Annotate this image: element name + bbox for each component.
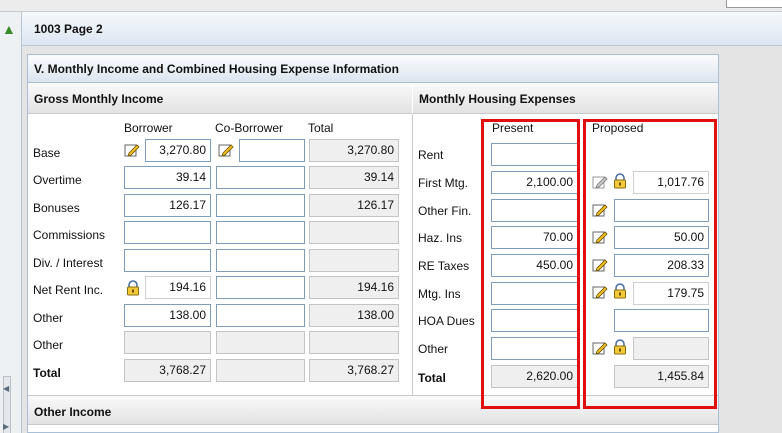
left-sidebar-strip: ▲ ◀ ▶ (0, 12, 22, 433)
borrower-other2-field (124, 331, 211, 354)
borrower-bonuses-input[interactable]: 126.17 (124, 194, 211, 217)
borrower-other-input[interactable]: 138.00 (124, 304, 211, 327)
page-title-bar: 1003 Page 2 (22, 12, 782, 46)
proposed-highlight-box (583, 119, 717, 409)
housing-expenses-header-label: Monthly Housing Expenses (419, 92, 576, 106)
income-row-label: Base (33, 146, 61, 160)
coborrower-other2-field (216, 331, 305, 354)
scroll-right-arrow-icon[interactable]: ▶ (3, 422, 9, 431)
total-other2-field (309, 331, 399, 354)
present-highlight-box (481, 119, 580, 409)
coborrower-other-input[interactable] (216, 304, 305, 327)
gross-income-header-label: Gross Monthly Income (34, 92, 164, 106)
borrower-commissions-input[interactable] (124, 221, 211, 244)
income-row-label: Bonuses (33, 201, 80, 215)
total-commissions-field (309, 221, 399, 244)
coborrower-netrent-input[interactable] (216, 276, 305, 299)
borrower-overtime-input[interactable]: 39.14 (124, 166, 211, 189)
total-dividend-field (309, 249, 399, 272)
form-content-area: V. Monthly Income and Combined Housing E… (22, 46, 782, 433)
expand-arrow-icon[interactable]: ▲ (2, 22, 16, 36)
income-row-label: Other (33, 338, 64, 352)
lock-icon[interactable] (125, 280, 141, 296)
total-netrent-field: 194.16 (309, 276, 399, 299)
top-toolbar-strip (0, 0, 782, 12)
col-borrower-label: Borrower (124, 121, 173, 135)
borrower-netrent-field: 194.16 (145, 276, 211, 299)
section-title: V. Monthly Income and Combined Housing E… (34, 62, 399, 76)
gross-income-header: Gross Monthly Income (28, 83, 412, 114)
housing-row-label: Other (418, 342, 449, 356)
housing-expenses-header: Monthly Housing Expenses (413, 83, 718, 114)
page-title: 1003 Page 2 (34, 22, 103, 36)
borrower-total-field: 3,768.27 (124, 359, 211, 382)
housing-row-label: Mtg. Ins (418, 287, 461, 301)
col-total-label: Total (308, 121, 334, 135)
total-other-field: 138.00 (309, 304, 399, 327)
coborrower-dividend-input[interactable] (216, 249, 305, 272)
coborrower-commissions-input[interactable] (216, 221, 305, 244)
coborrower-total-field (216, 359, 305, 382)
top-toolbar-input[interactable] (726, 0, 782, 8)
income-row-label: Other (33, 311, 64, 325)
housing-total-label: Total (418, 371, 446, 385)
housing-row-label: First Mtg. (418, 176, 468, 190)
scroll-left-arrow-icon[interactable]: ◀ (3, 384, 9, 393)
grand-total-field: 3,768.27 (309, 359, 399, 382)
total-overtime-field: 39.14 (309, 166, 399, 189)
income-row-label: Net Rent Inc. (33, 283, 104, 297)
coborrower-overtime-input[interactable] (216, 166, 305, 189)
housing-row-label: RE Taxes (418, 259, 470, 273)
coborrower-base-input[interactable] (239, 139, 305, 162)
edit-pencil-icon[interactable] (218, 142, 234, 158)
income-total-label: Total (33, 366, 61, 380)
income-row-label: Commissions (33, 228, 106, 242)
housing-row-label: Other Fin. (418, 204, 472, 218)
section-header: V. Monthly Income and Combined Housing E… (28, 55, 718, 83)
total-bonuses-field: 126.17 (309, 194, 399, 217)
column-divider (412, 114, 413, 395)
housing-row-label: Haz. Ins (418, 231, 463, 245)
col-coborrower-label: Co-Borrower (215, 121, 284, 135)
other-income-header-label: Other Income (34, 405, 112, 419)
coborrower-bonuses-input[interactable] (216, 194, 305, 217)
income-row-label: Div. / Interest (33, 256, 103, 270)
income-row-label: Overtime (33, 173, 82, 187)
housing-row-label: HOA Dues (418, 314, 475, 328)
borrower-base-input[interactable]: 3,270.80 (145, 139, 211, 162)
edit-pencil-icon[interactable] (124, 142, 140, 158)
housing-row-label: Rent (418, 148, 444, 162)
borrower-dividend-input[interactable] (124, 249, 211, 272)
total-base-field: 3,270.80 (309, 139, 399, 162)
